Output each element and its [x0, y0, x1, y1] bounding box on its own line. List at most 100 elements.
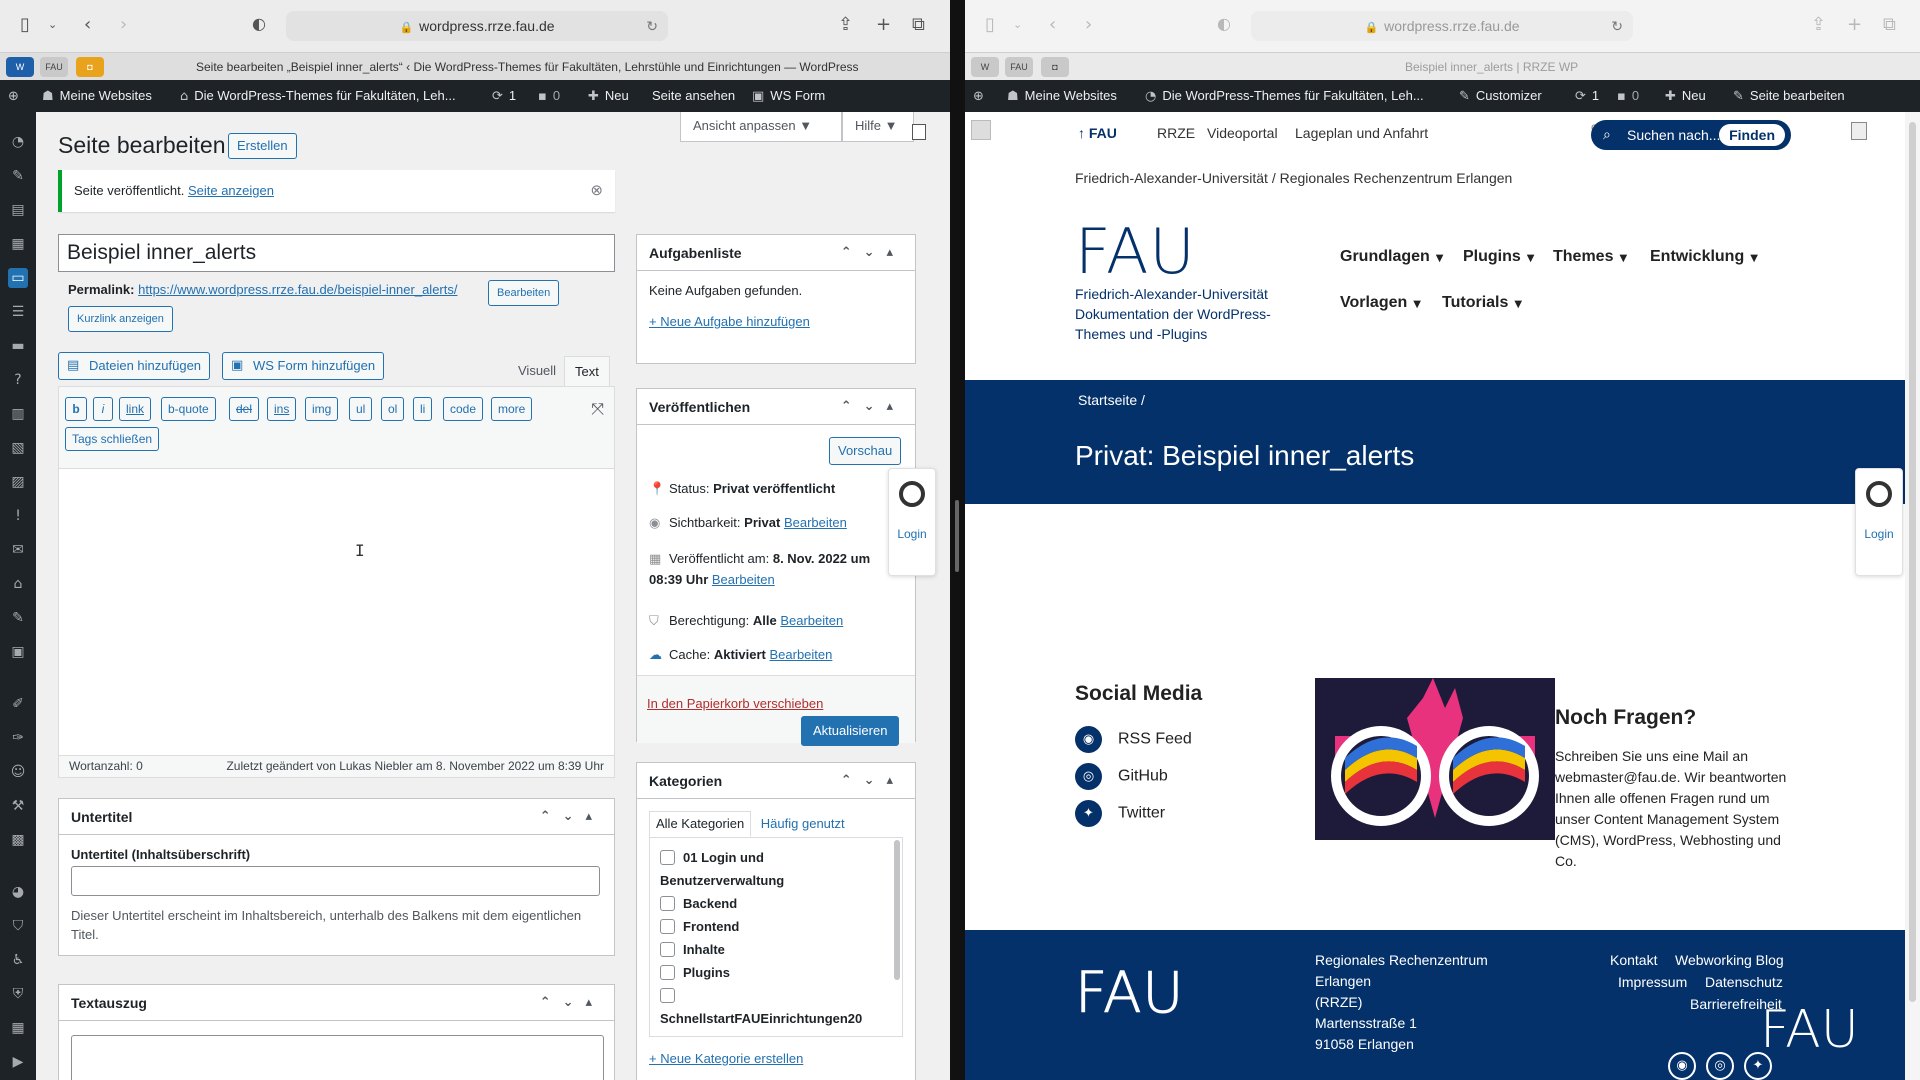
visibility-edit-link[interactable]: Bearbeiten: [784, 515, 847, 530]
qt-ol-button[interactable]: ol: [381, 397, 405, 421]
circle-icon[interactable]: ◕: [8, 882, 28, 902]
category-item[interactable]: 01 Login und: [660, 846, 892, 869]
add-ws-form-button[interactable]: ▣ WS Form hinzufügen: [222, 352, 385, 380]
tab-all-categories[interactable]: Alle Kategorien: [649, 811, 752, 837]
page-scrollbar[interactable]: [1905, 112, 1920, 1080]
wp-logo-icon[interactable]: ⊕: [973, 80, 990, 112]
pinned-tab-fau[interactable]: FAU: [40, 57, 68, 77]
search-input[interactable]: Suchen nach...: [1627, 127, 1720, 143]
qt-del-button[interactable]: del: [229, 397, 260, 421]
privacy-shield-icon[interactable]: ◐: [1217, 14, 1231, 33]
footer-rss-icon[interactable]: ◉: [1668, 1052, 1696, 1080]
security-icon[interactable]: ⛨: [8, 984, 28, 1004]
fau-logo[interactable]: FAU: [1075, 221, 1196, 283]
subtitle-input[interactable]: [71, 866, 600, 896]
subtitle-box-header[interactable]: Untertitel ⌃⌄▴: [59, 799, 614, 835]
active-tab-title[interactable]: Seite bearbeiten „Beispiel inner_alerts“…: [196, 60, 859, 74]
split-view-divider[interactable]: [950, 0, 965, 1080]
customizer-link[interactable]: ✎ Customizer: [1459, 80, 1542, 112]
floating-login-widget[interactable]: Login: [1855, 468, 1903, 576]
update-button[interactable]: Aktualisieren: [801, 716, 900, 746]
rrze-link[interactable]: RRZE: [1157, 112, 1195, 154]
login-link[interactable]: Login: [1856, 527, 1902, 541]
add-task-link[interactable]: + Neue Aufgabe hinzufügen: [649, 314, 810, 329]
users-icon[interactable]: ☺: [8, 762, 28, 782]
sidebar-toggle-icon[interactable]: ▯: [20, 14, 30, 35]
pinned-tab-rrze[interactable]: ◘: [76, 57, 104, 77]
reload-icon[interactable]: ↻: [1611, 11, 1623, 41]
scrollbar-thumb[interactable]: [1909, 122, 1916, 1002]
category-item[interactable]: Frontend: [660, 915, 892, 938]
qt-close-tags-button[interactable]: Tags schließen: [65, 427, 160, 451]
divider-handle[interactable]: [955, 500, 959, 572]
ws-form-menu[interactable]: ▣ WS Form: [752, 80, 825, 112]
updates-menu[interactable]: ⟳ 1: [492, 80, 516, 112]
qt-code-button[interactable]: code: [443, 397, 484, 421]
mail-icon[interactable]: ✉: [8, 540, 28, 560]
tab-text[interactable]: Text: [564, 356, 610, 386]
active-tab-title[interactable]: Beispiel inner_alerts | RRZE WP: [1405, 60, 1578, 74]
breadcrumb[interactable]: Startseite /: [1078, 392, 1145, 408]
tab-visual[interactable]: Visuell: [508, 356, 567, 386]
site-name-menu[interactable]: ◔ Die WordPress-Themes für Fakultäten, Le…: [1145, 80, 1424, 112]
category-item[interactable]: Plugins: [660, 961, 892, 984]
permalink-url[interactable]: https://www.wordpress.rrze.fau.de/beispi…: [138, 282, 457, 297]
footer-link-impressum[interactable]: Impressum: [1618, 974, 1687, 990]
permalink-edit-button[interactable]: Bearbeiten: [488, 280, 560, 306]
twitter-link[interactable]: ✦ Twitter: [1075, 800, 1165, 827]
category-scrollbar[interactable]: [894, 840, 900, 980]
my-sites-menu[interactable]: ☗ Meine Websites: [42, 80, 152, 112]
chevron-down-icon[interactable]: ⌄: [48, 18, 57, 31]
accessibility-icon[interactable]: ♿: [8, 950, 28, 970]
chevron-down-icon[interactable]: ⌄: [1013, 18, 1022, 31]
ws-form-sidebar-icon[interactable]: ▣: [8, 642, 28, 662]
footer-twitter-icon[interactable]: ✦: [1744, 1052, 1772, 1080]
shield-icon[interactable]: ⛉: [8, 916, 28, 936]
qt-link-button[interactable]: link: [119, 397, 152, 421]
category-item[interactable]: Backend: [660, 892, 892, 915]
wp-logo-icon[interactable]: ⊕: [8, 80, 25, 112]
screen-options-button[interactable]: Ansicht anpassen ▼: [680, 112, 842, 142]
book-icon[interactable]: ▥: [8, 404, 28, 424]
privacy-shield-icon[interactable]: ◐: [252, 14, 266, 33]
pinned-tab-wp[interactable]: W: [6, 57, 34, 77]
text-editor[interactable]: b i link b-quote del ins img ul ol li co…: [58, 386, 615, 756]
calendar-icon[interactable]: ▦: [8, 234, 28, 254]
forward-icon[interactable]: ›: [1085, 14, 1092, 35]
list-icon[interactable]: ☰: [8, 302, 28, 322]
qt-ins-button[interactable]: ins: [267, 397, 297, 421]
nav-entwicklung[interactable]: Entwicklung ▼: [1650, 248, 1758, 266]
published-edit-link[interactable]: Bearbeiten: [712, 572, 775, 587]
edit-page-link[interactable]: ✎ Seite bearbeiten: [1733, 80, 1845, 112]
create-button[interactable]: Erstellen: [228, 133, 297, 159]
calendar2-icon[interactable]: ▦: [8, 1018, 28, 1038]
category-item[interactable]: Inhalte: [660, 938, 892, 961]
footer-link-kontakt[interactable]: Kontakt: [1610, 952, 1657, 968]
help-icon[interactable]: ?: [8, 370, 28, 390]
store-icon[interactable]: ⌂: [8, 574, 28, 594]
view-page-notice-link[interactable]: Seite anzeigen: [188, 183, 274, 198]
alert-icon[interactable]: !: [8, 506, 28, 526]
image-icon[interactable]: ▨: [8, 472, 28, 492]
my-sites-menu[interactable]: ☗ Meine Websites: [1007, 80, 1117, 112]
view-page-link[interactable]: Seite ansehen: [652, 80, 735, 112]
tools-icon[interactable]: ⚒: [8, 796, 28, 816]
back-icon[interactable]: ‹: [84, 14, 91, 35]
github-link[interactable]: ◎ GitHub: [1075, 763, 1168, 790]
share-icon[interactable]: ⇪: [838, 14, 853, 35]
map-link[interactable]: Lageplan und Anfahrt: [1295, 112, 1428, 154]
avatar[interactable]: [1851, 122, 1867, 140]
new-tab-icon[interactable]: +: [876, 14, 891, 35]
tab-popular-categories[interactable]: Häufig genutzt: [755, 812, 851, 838]
pinned-tab-rrze[interactable]: ◘: [1041, 57, 1069, 77]
nav-themes[interactable]: Themes ▼: [1553, 248, 1627, 266]
footer-github-icon[interactable]: ◎: [1706, 1052, 1734, 1080]
tab-overview-icon[interactable]: ⧉: [912, 14, 925, 35]
share-icon[interactable]: ⇪: [1811, 14, 1826, 35]
site-name-menu[interactable]: ⌂ Die WordPress-Themes für Fakultäten, Le…: [180, 80, 456, 112]
footer-link-blog[interactable]: Webworking Blog: [1675, 952, 1784, 968]
cache-edit-link[interactable]: Bearbeiten: [769, 647, 832, 662]
fau-link[interactable]: ↑ FAU: [1078, 112, 1117, 154]
new-tab-icon[interactable]: +: [1847, 14, 1862, 35]
plugins-icon[interactable]: ✑: [8, 728, 28, 748]
